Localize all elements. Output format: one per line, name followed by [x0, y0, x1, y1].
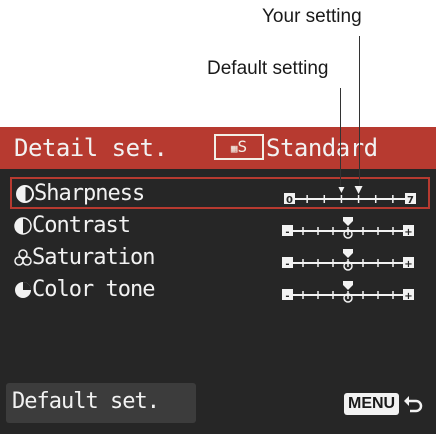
camera-lcd-screen: Detail set. ▦S Standard Sharpness 07 Con…: [0, 127, 436, 434]
menu-key[interactable]: MENU: [344, 393, 400, 415]
picture-style-name: Standard: [266, 134, 378, 162]
scale-min-label: -: [285, 291, 289, 302]
default-set-label: Default set.: [12, 389, 160, 414]
picture-style-standard-icon: ▦S: [214, 134, 264, 160]
sharpness-icon: [16, 185, 34, 203]
setting-marker: [343, 217, 353, 226]
scale-min-label: 0: [286, 195, 293, 206]
color-tone-scale[interactable]: - +: [278, 281, 418, 303]
scale-max-label: +: [404, 259, 412, 270]
header-bar: Detail set. ▦S Standard: [0, 127, 436, 169]
sharpness-label: Sharpness: [34, 181, 145, 206]
scale-max-label: +: [404, 227, 412, 238]
setting-marker: [343, 281, 353, 290]
saturation-icon: [14, 249, 32, 266]
scale-min-label: -: [285, 259, 289, 270]
saturation-label: Saturation: [32, 245, 155, 270]
default-setting-leader-line: [340, 88, 341, 186]
scale-min-label: -: [285, 227, 289, 238]
your-setting-leader-line: [359, 36, 360, 186]
row-contrast[interactable]: Contrast - +: [10, 211, 430, 243]
contrast-scale[interactable]: - +: [278, 217, 418, 239]
default-setting-callout: Default setting: [207, 58, 329, 79]
row-sharpness[interactable]: Sharpness 07: [10, 177, 430, 209]
row-color-tone[interactable]: Color tone - +: [10, 275, 430, 307]
your-setting-callout: Your setting: [262, 6, 362, 27]
color-tone-icon: [15, 282, 31, 298]
setting-marker: [343, 249, 353, 258]
return-icon[interactable]: [402, 391, 426, 415]
contrast-label: Contrast: [32, 213, 131, 238]
default-set-button[interactable]: Default set.: [6, 383, 196, 423]
color-tone-label: Color tone: [32, 277, 155, 302]
saturation-scale[interactable]: - +: [278, 249, 418, 271]
sharpness-scale[interactable]: 07: [280, 185, 420, 207]
scale-max-label: +: [404, 291, 412, 302]
contrast-icon: [14, 217, 32, 235]
scale-max-label: 7: [407, 195, 414, 206]
setting-marker: [354, 186, 363, 194]
row-saturation[interactable]: Saturation - +: [10, 243, 430, 275]
page-title: Detail set.: [14, 134, 168, 162]
default-marker: [338, 187, 345, 193]
